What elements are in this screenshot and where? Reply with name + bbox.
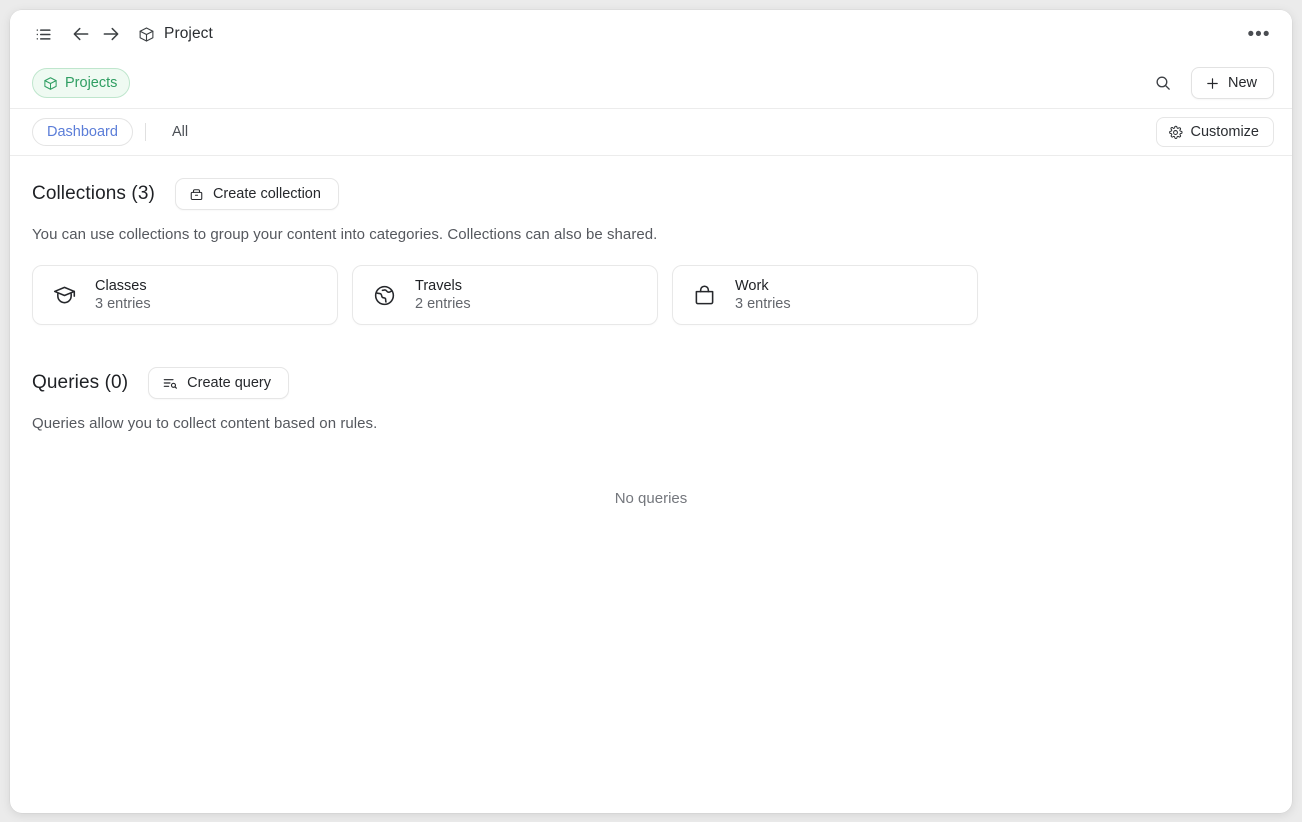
queries-empty-state: No queries [614,490,688,507]
window-title-label: Project [164,25,213,42]
collection-card-subtitle: 3 entries [735,296,791,312]
tab-dashboard[interactable]: Dashboard [32,118,133,146]
breadcrumb-item-projects[interactable]: Projects [32,68,131,98]
sidebar-toggle-button[interactable] [28,19,58,49]
customize-button[interactable]: Customize [1155,117,1274,147]
collection-card-title: Classes [95,278,147,294]
customize-button-label: Customize [1190,124,1260,140]
collection-card-text: Work 3 entries [735,278,791,312]
tab-all[interactable]: All [158,118,202,146]
tab-bar: Dashboard All Customize [10,109,1292,156]
collection-card-travels[interactable]: Travels 2 entries [352,265,658,325]
plus-icon [1205,76,1220,91]
arrow-right-icon [101,24,121,44]
gear-icon [1168,125,1183,140]
titlebar: Project ••• [10,10,1292,58]
breadcrumb-bar: Projects New [10,58,1292,109]
queries-header: Queries (0) Create query [32,367,1270,399]
collections-header: Collections (3) Create collection [32,178,1270,210]
collection-card-title: Travels [415,278,462,294]
window-title: Project [138,25,213,43]
collections-title: Collections (3) [32,183,155,204]
create-collection-button[interactable]: Create collection [174,178,339,210]
arrow-left-icon [71,24,91,44]
create-query-button[interactable]: Create query [148,367,289,399]
create-query-label: Create query [187,375,271,391]
collection-card-text: Classes 3 entries [95,278,151,312]
create-collection-label: Create collection [212,186,321,202]
collections-description: You can use collections to group your co… [32,226,658,243]
list-icon [34,25,53,44]
breadcrumb-label: Projects [65,75,118,91]
main-content: Collections (3) Create collection You ca… [10,156,1292,813]
overflow-menu-button[interactable]: ••• [1244,19,1274,49]
collection-card-classes[interactable]: Classes 3 entries [32,265,338,325]
collection-card-subtitle: 2 entries [415,296,471,312]
tab-divider [144,123,146,141]
tab-dashboard-label: Dashboard [47,124,118,140]
box-icon [43,76,58,91]
forward-button[interactable] [96,19,126,49]
globe-icon [371,282,397,308]
queries-title: Queries (0) [32,372,129,393]
tab-all-label: All [171,124,189,140]
search-button[interactable] [1147,67,1179,99]
app-window: Project ••• Projects New Dashboard All C… [10,10,1292,813]
new-button-label: New [1227,75,1257,91]
new-button[interactable]: New [1190,67,1274,99]
archive-box-icon [189,187,204,202]
queries-description: Queries allow you to collect content bas… [32,415,378,432]
collection-card-subtitle: 3 entries [95,296,151,312]
back-button[interactable] [66,19,96,49]
collection-card-work[interactable]: Work 3 entries [672,265,978,325]
graduation-cap-icon [51,282,77,308]
briefcase-icon [691,282,717,308]
search-icon [1154,74,1172,92]
collection-card-text: Travels 2 entries [415,278,471,312]
collection-card-title: Work [735,278,769,294]
box-icon [138,26,155,43]
queries-section: Queries (0) Create query Queries allow y… [32,367,1270,507]
list-search-icon [162,375,178,391]
collections-card-row: Classes 3 entries Travels 2 entries Work… [32,265,1270,325]
